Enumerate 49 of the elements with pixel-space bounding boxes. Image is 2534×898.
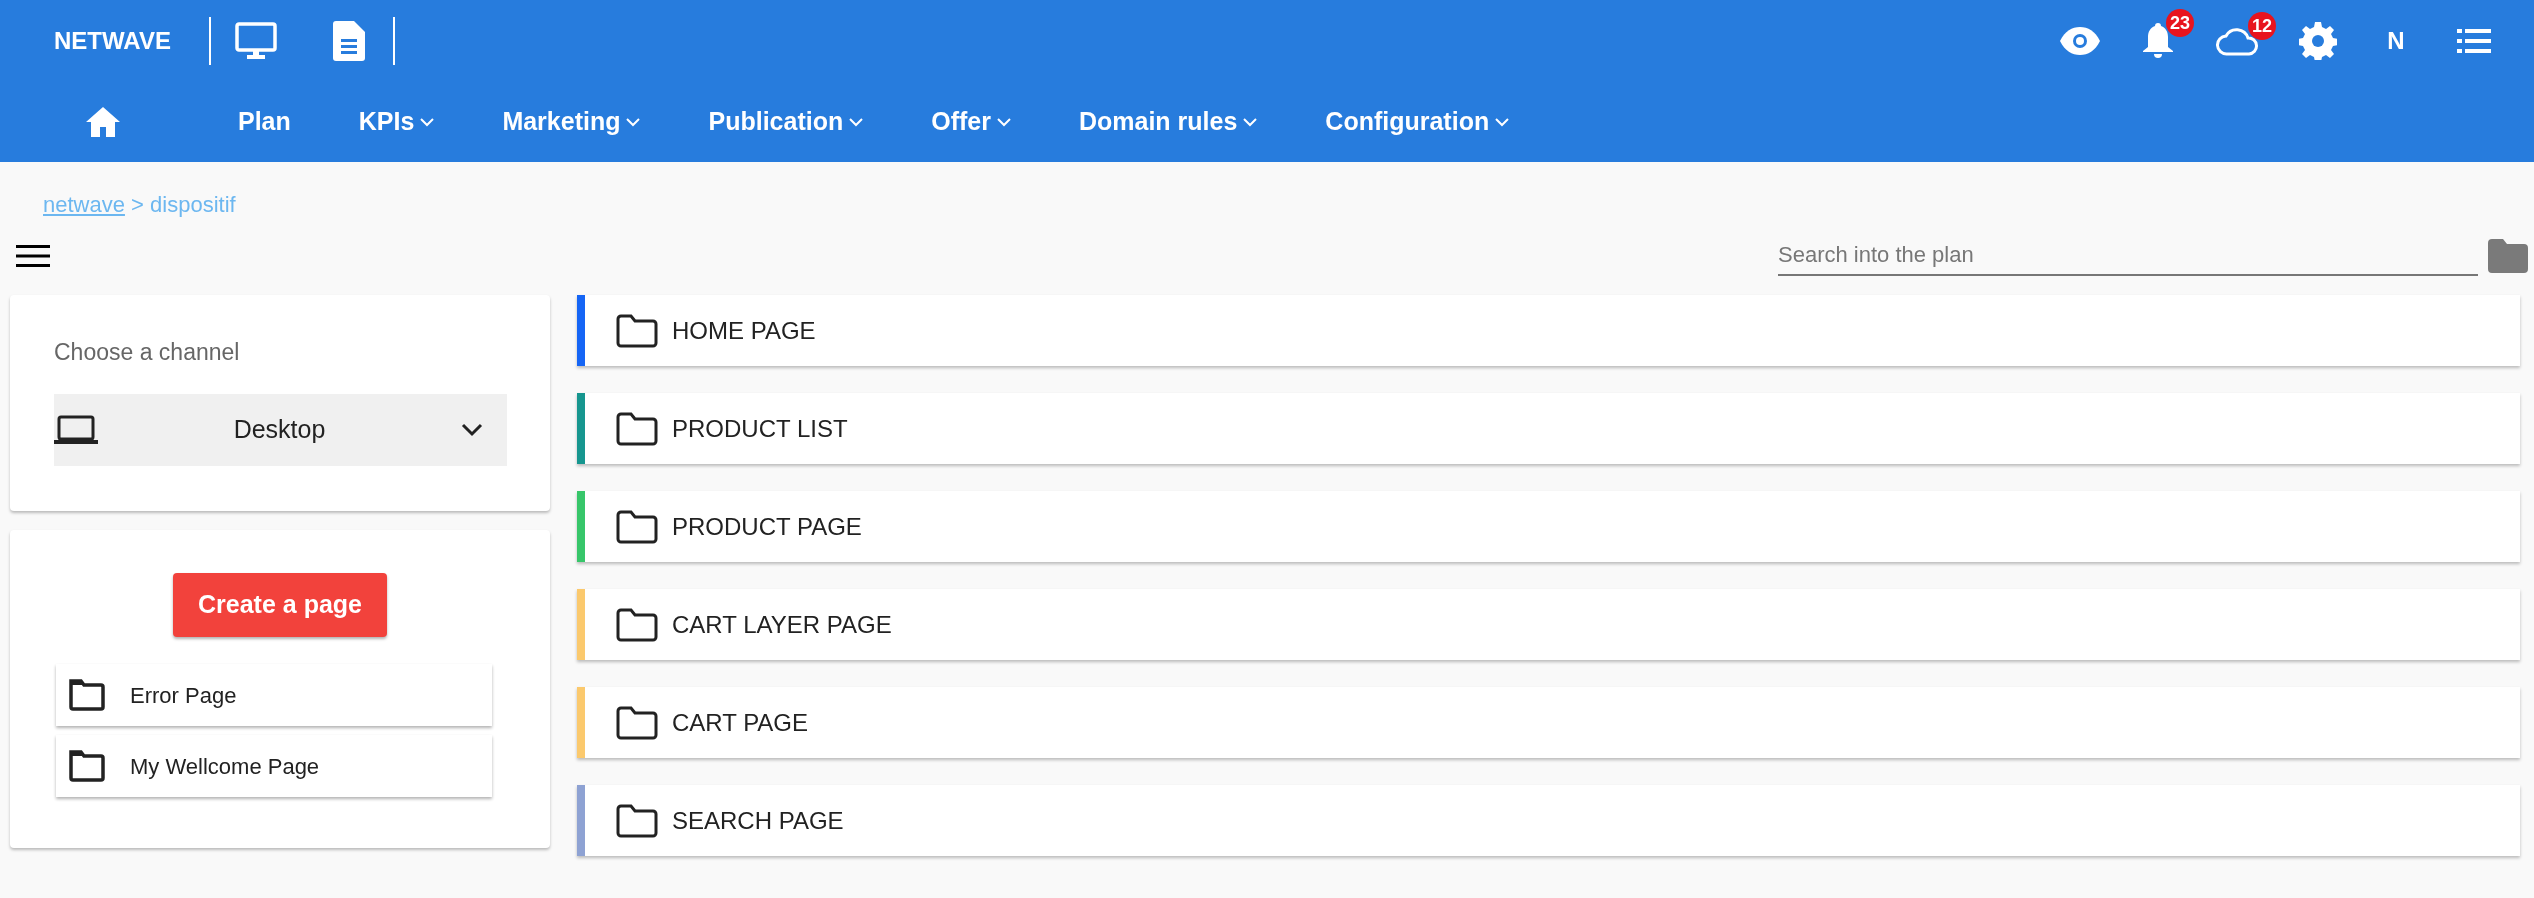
section-row[interactable]: HOME PAGE bbox=[577, 295, 2520, 366]
user-initial[interactable]: N bbox=[2377, 23, 2415, 59]
channel-dropdown[interactable]: Desktop bbox=[54, 393, 507, 466]
chevron-down-icon bbox=[626, 117, 641, 127]
section-row[interactable]: CART PAGE bbox=[577, 687, 2520, 758]
nav-link[interactable]: Plan bbox=[238, 103, 291, 141]
section-row[interactable]: SEARCH PAGE bbox=[577, 785, 2520, 856]
chevron-down-icon bbox=[1495, 117, 1510, 127]
document-icon[interactable] bbox=[332, 21, 365, 61]
nav-link[interactable]: Configuration bbox=[1325, 103, 1510, 141]
home-icon[interactable] bbox=[86, 107, 120, 137]
folder-icon bbox=[616, 313, 658, 348]
settings-icon[interactable] bbox=[2299, 22, 2337, 60]
channel-label: Choose a channel bbox=[54, 338, 241, 367]
nav-link[interactable]: Domain rules bbox=[1078, 103, 1258, 141]
chevron-down-icon bbox=[996, 117, 1011, 127]
app-title: NETWAVE bbox=[54, 26, 171, 56]
menu-icon[interactable] bbox=[16, 244, 50, 268]
page-item[interactable]: Error Page bbox=[56, 664, 492, 726]
section-row[interactable]: PRODUCT LIST bbox=[577, 393, 2520, 464]
chevron-down-icon bbox=[849, 117, 864, 127]
folder-icon bbox=[68, 750, 106, 782]
nav-link[interactable]: Offer bbox=[931, 103, 1011, 141]
notification-badge: 23 bbox=[2166, 9, 2194, 37]
monitor-icon[interactable] bbox=[234, 22, 277, 60]
breadcrumb-current: dispositif bbox=[150, 192, 236, 217]
folder-icon bbox=[616, 607, 658, 642]
section-row[interactable]: CART LAYER PAGE bbox=[577, 589, 2520, 660]
page-item[interactable]: My Wellcome Page bbox=[56, 735, 492, 797]
folder-icon[interactable] bbox=[2488, 239, 2528, 273]
chevron-down-icon bbox=[1243, 117, 1258, 127]
list-icon[interactable] bbox=[2457, 28, 2491, 54]
eye-icon[interactable] bbox=[2060, 27, 2100, 55]
folder-icon bbox=[616, 705, 658, 740]
folder-icon bbox=[616, 509, 658, 544]
notification-badge: 12 bbox=[2248, 12, 2276, 40]
folder-icon bbox=[616, 411, 658, 446]
laptop-icon bbox=[54, 414, 98, 445]
nav-link[interactable]: KPIs bbox=[358, 103, 435, 141]
section-row[interactable]: PRODUCT PAGE bbox=[577, 491, 2520, 562]
nav-link[interactable]: Publication bbox=[708, 103, 864, 141]
search-field[interactable]: Search into the plan bbox=[1778, 236, 2478, 276]
chevron-down-icon bbox=[420, 117, 435, 127]
folder-icon bbox=[616, 803, 658, 838]
breadcrumb-separator: > bbox=[131, 192, 144, 217]
nav-link[interactable]: Marketing bbox=[502, 103, 641, 141]
folder-icon bbox=[68, 679, 106, 711]
create-page-button[interactable]: Create a page bbox=[173, 573, 387, 637]
chevron-down-icon bbox=[461, 422, 483, 437]
